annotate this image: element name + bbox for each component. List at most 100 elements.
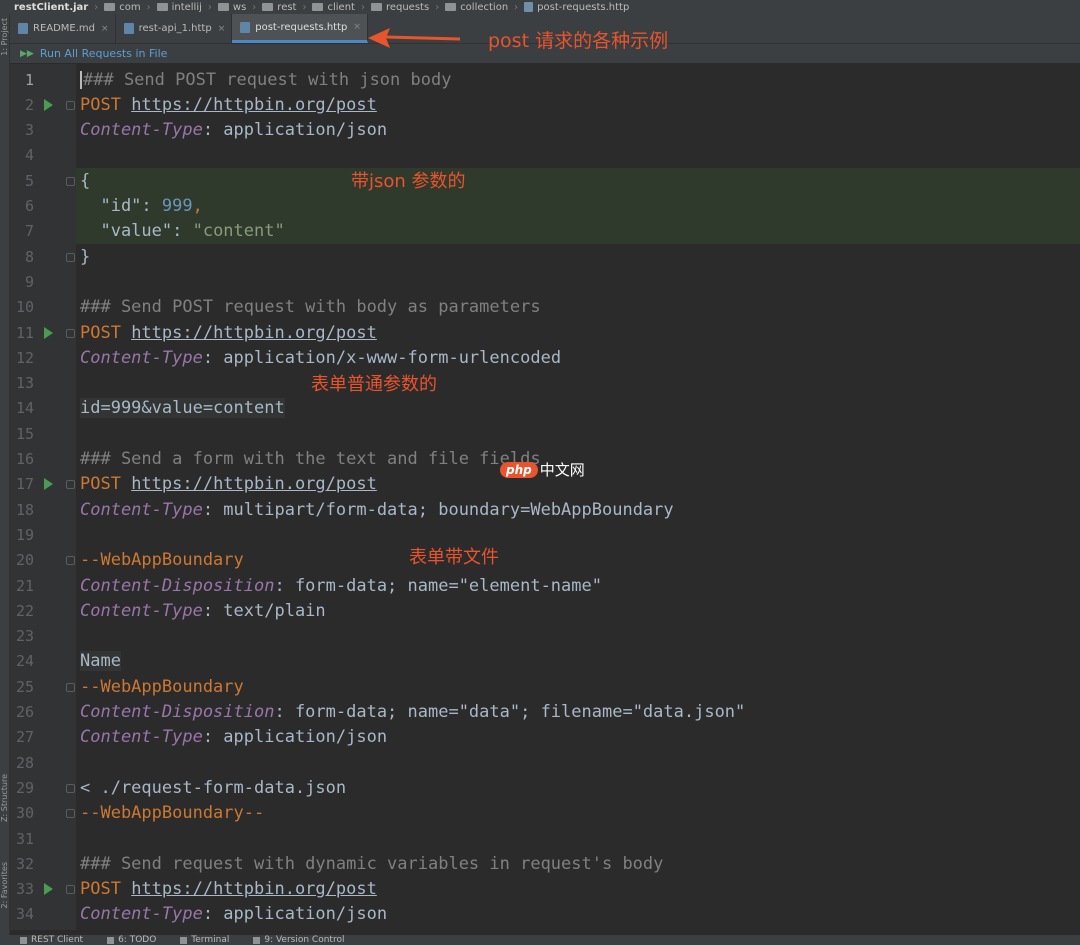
code-text[interactable]: { <box>80 169 90 194</box>
status-bar-tool[interactable]: REST Client <box>20 935 83 945</box>
code-text[interactable]: ### Send a form with the text and file f… <box>80 447 541 472</box>
code-line: 10 ### Send POST request with body as par… <box>10 295 1080 320</box>
code-text[interactable]: --WebAppBoundary-- <box>80 801 264 826</box>
fold-marker-icon[interactable] <box>66 252 75 262</box>
fold-marker-icon[interactable] <box>66 783 75 793</box>
status-bar-tool[interactable]: 6: TODO <box>107 935 156 945</box>
fold-marker-icon[interactable] <box>66 682 75 692</box>
editor-tab[interactable]: rest-api_1.http × <box>116 14 233 43</box>
status-bar-tool[interactable]: Terminal <box>180 935 229 945</box>
code-token[interactable]: https://httpbin.org/post <box>131 474 377 494</box>
breadcrumb-item[interactable]: collection <box>445 2 508 13</box>
editor-tab[interactable]: README.md × <box>10 14 116 43</box>
code-text[interactable]: ### Send POST request with body as param… <box>80 295 541 320</box>
code-text[interactable]: Content-Type: application/json <box>80 725 387 750</box>
code-line: 6 "id": 999, <box>10 194 1080 219</box>
code-text[interactable]: Content-Type: application/json <box>80 902 387 927</box>
fold-marker-icon[interactable] <box>66 328 75 338</box>
code-text[interactable]: POST https://httpbin.org/post <box>80 93 377 118</box>
code-token[interactable]: https://httpbin.org/post <box>131 879 377 899</box>
close-icon[interactable]: × <box>353 22 361 32</box>
code-text[interactable]: Content-Type: application/json <box>80 118 387 143</box>
breadcrumb-item[interactable]: requests <box>370 2 429 13</box>
code-token: : text/plain <box>202 600 326 621</box>
fold-marker-icon[interactable] <box>66 556 75 566</box>
code-text[interactable]: Content-Disposition: form-data; name="el… <box>80 574 602 599</box>
breadcrumb-separator: › <box>146 1 151 13</box>
code-text[interactable]: ### Send request with dynamic variables … <box>80 852 663 877</box>
code-line: 3 Content-Type: application/json <box>10 118 1080 143</box>
run-request-icon[interactable] <box>44 883 53 896</box>
code-line: 25 --WebAppBoundary <box>10 675 1080 700</box>
run-request-icon[interactable] <box>44 98 53 111</box>
code-token: 999 <box>161 196 193 216</box>
code-token: { <box>80 170 91 191</box>
breadcrumb-item[interactable]: com <box>104 2 141 13</box>
code-line: 29 < ./request-form-data.json <box>10 776 1080 801</box>
watermark-logo: php <box>500 461 538 478</box>
favorites-tool-tab[interactable]: 2: Favorites <box>0 862 10 908</box>
http-file-icon <box>123 23 134 34</box>
breadcrumb-item[interactable]: post-requests.http <box>524 2 629 13</box>
code-text[interactable]: Content-Disposition: form-data; name="da… <box>80 700 745 725</box>
run-all-link[interactable]: Run All Requests in File <box>40 47 168 60</box>
breadcrumb-label: post-requests.http <box>537 1 630 13</box>
tool-window-icon <box>180 936 188 944</box>
structure-tool-tab[interactable]: Z: Structure <box>0 774 10 822</box>
project-tool-tab[interactable]: 1: Project <box>0 18 10 56</box>
code-line: 34 Content-Type: application/json <box>10 902 1080 927</box>
code-text[interactable]: POST https://httpbin.org/post <box>80 472 377 497</box>
code-line: 1 ### Send POST request with json body <box>10 68 1080 93</box>
code-text[interactable]: POST https://httpbin.org/post <box>80 321 377 346</box>
code-line: 22 Content-Type: text/plain <box>10 599 1080 624</box>
code-text[interactable]: } <box>80 245 90 270</box>
code-line: 5{ <box>10 169 1080 194</box>
code-token: ### Send POST request with json body <box>83 69 452 90</box>
close-icon[interactable]: × <box>101 24 109 34</box>
code-token[interactable]: https://httpbin.org/post <box>131 323 377 343</box>
code-text[interactable]: Name <box>80 649 121 674</box>
code-text[interactable]: "value": "content" <box>80 219 285 244</box>
run-all-icon[interactable]: ▶▶ <box>20 49 34 59</box>
fold-marker-icon[interactable] <box>66 885 75 895</box>
code-text[interactable]: Content-Type: text/plain <box>80 599 326 624</box>
run-request-icon[interactable] <box>44 478 53 491</box>
code-text[interactable]: < ./request-form-data.json <box>80 776 346 801</box>
code-token: Content-Type <box>80 347 203 368</box>
run-request-icon[interactable] <box>44 326 53 339</box>
line-number: 34 <box>15 905 34 924</box>
code-text[interactable]: "id": 999, <box>80 194 202 219</box>
breadcrumb-item[interactable]: intellij <box>156 2 202 13</box>
code-text[interactable]: Content-Type: multipart/form-data; bound… <box>80 498 674 523</box>
breadcrumb-item[interactable]: restClient.jar <box>14 2 88 13</box>
fold-marker-icon[interactable] <box>66 100 75 110</box>
code-token: id=999&value=content <box>80 398 285 419</box>
breadcrumb-separator: › <box>94 1 99 13</box>
code-text[interactable]: id=999&value=content <box>80 396 285 421</box>
code-token[interactable]: https://httpbin.org/post <box>131 95 377 115</box>
editor-tab[interactable]: post-requests.http × <box>232 14 368 43</box>
fold-marker-icon[interactable] <box>66 809 75 819</box>
line-number: 24 <box>15 652 34 671</box>
code-text[interactable]: ### Send POST request with json body <box>80 68 451 93</box>
code-text[interactable]: --WebAppBoundary <box>80 548 244 573</box>
code-token: Content-Type <box>80 600 203 621</box>
breadcrumb-item[interactable]: rest <box>262 2 296 13</box>
breadcrumb-item[interactable]: ws <box>217 2 246 13</box>
folder-icon <box>217 3 229 11</box>
code-token: "content" <box>192 221 285 242</box>
status-bar-tool[interactable]: 9: Version Control <box>253 935 344 945</box>
code-text[interactable]: Content-Type: application/x-www-form-url… <box>80 346 561 371</box>
fold-marker-icon[interactable] <box>66 176 75 186</box>
code-token: "value": <box>80 221 193 242</box>
breadcrumb-item[interactable]: client <box>312 2 355 13</box>
code-text[interactable]: --WebAppBoundary <box>80 675 244 700</box>
annotation-arrow-icon <box>368 28 460 48</box>
folder-icon <box>262 3 274 11</box>
close-icon[interactable]: × <box>218 24 226 34</box>
code-line: 24 Name <box>10 649 1080 674</box>
line-number: 10 <box>15 298 34 317</box>
code-text[interactable]: POST https://httpbin.org/post <box>80 877 377 902</box>
code-line: 26 Content-Disposition: form-data; name="… <box>10 700 1080 725</box>
fold-marker-icon[interactable] <box>66 480 75 490</box>
